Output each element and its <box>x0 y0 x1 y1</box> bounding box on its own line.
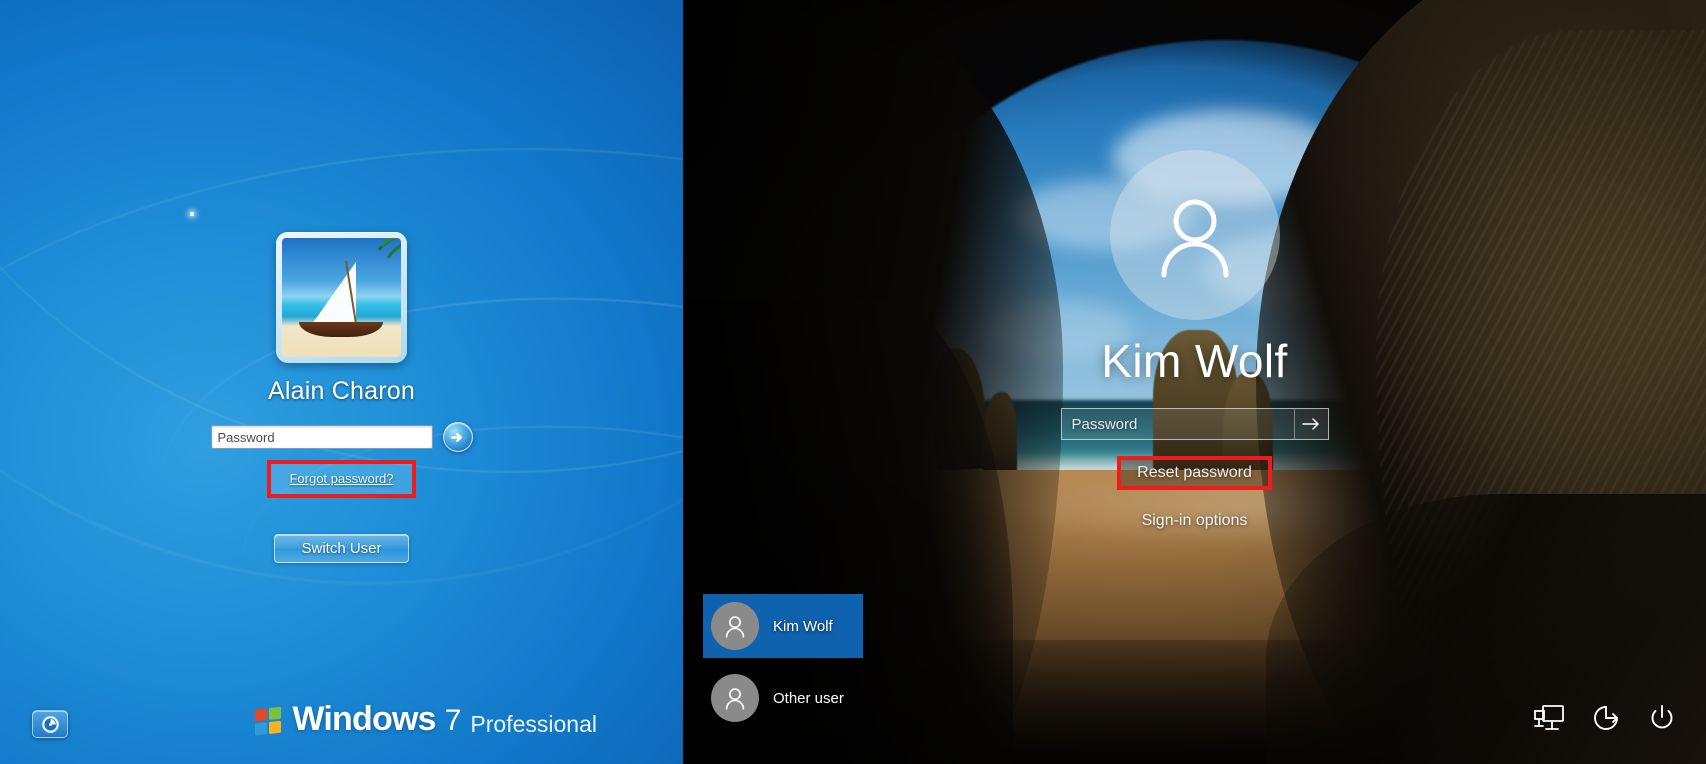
user-avatar <box>1109 150 1280 320</box>
ease-of-access-button[interactable] <box>32 710 68 738</box>
person-outline-icon <box>1161 199 1228 278</box>
windows10-logon-screen: Kim Wolf Password Reset password Sign-in… <box>683 0 1706 764</box>
submit-button[interactable] <box>1293 409 1328 439</box>
password-input[interactable]: Password <box>210 425 433 449</box>
submit-button[interactable] <box>442 422 473 452</box>
windows-flag-logo <box>255 706 283 738</box>
windows7-branding: Windows 7 Professional <box>255 702 597 736</box>
user-avatar <box>711 602 759 650</box>
user-display-name: Kim Wolf <box>1101 335 1288 387</box>
person-outline-icon <box>725 616 745 638</box>
password-input[interactable]: Password <box>1060 408 1329 440</box>
windows-wordmark: Windows <box>292 700 436 738</box>
network-button[interactable] <box>1534 704 1564 732</box>
forgot-password-link[interactable]: Forgot password? <box>289 471 393 486</box>
wallpaper-sparkle <box>190 212 194 216</box>
sign-in-options-link[interactable]: Sign-in options <box>1142 512 1248 530</box>
system-tray-icons <box>1534 704 1676 732</box>
password-placeholder-text: Password <box>217 429 275 445</box>
ease-of-access-icon <box>1594 706 1618 730</box>
power-button[interactable] <box>1648 704 1676 732</box>
arrow-right-circle-icon <box>450 432 463 442</box>
password-placeholder-text: Password <box>1071 415 1138 433</box>
forgot-password-highlight: Forgot password? <box>267 460 416 498</box>
user-list-item-label: Other user <box>773 689 844 707</box>
network-icon <box>1534 705 1564 730</box>
ease-of-access-icon <box>41 715 59 733</box>
switch-user-button[interactable]: Switch User <box>274 534 409 563</box>
user-display-name: Alain Charon <box>268 377 415 405</box>
reset-password-link[interactable]: Reset password <box>1137 464 1252 481</box>
windows7-login-panel: Alain Charon Password Forgot password? S… <box>0 232 683 563</box>
comparison-screenshot: Alain Charon Password Forgot password? S… <box>0 0 1706 764</box>
sailboat-beach-picture <box>282 238 401 357</box>
windows10-login-panel: Kim Wolf Password Reset password Sign-in… <box>683 150 1706 530</box>
user-list-item-kim-wolf[interactable]: Kim Wolf <box>703 594 863 658</box>
windows-version: 7 <box>444 704 462 737</box>
arrow-right-icon <box>1302 418 1319 430</box>
reset-password-highlight: Reset password <box>1117 456 1272 490</box>
ease-of-access-button[interactable] <box>1592 704 1620 732</box>
user-list-item-label: Kim Wolf <box>773 617 833 635</box>
user-avatar-tile[interactable] <box>276 232 407 363</box>
password-row: Password <box>210 422 473 452</box>
user-avatar <box>711 674 759 722</box>
person-outline-icon <box>725 688 745 710</box>
power-icon <box>1651 705 1673 729</box>
windows-edition: Professional <box>470 711 597 737</box>
user-list-item-other-user[interactable]: Other user <box>703 666 863 730</box>
user-switch-list: Kim Wolf Other user <box>703 594 863 730</box>
windows7-logon-screen: Alain Charon Password Forgot password? S… <box>0 0 683 764</box>
boat-hull-shape <box>299 322 383 337</box>
palm-tree-icon <box>377 238 401 259</box>
